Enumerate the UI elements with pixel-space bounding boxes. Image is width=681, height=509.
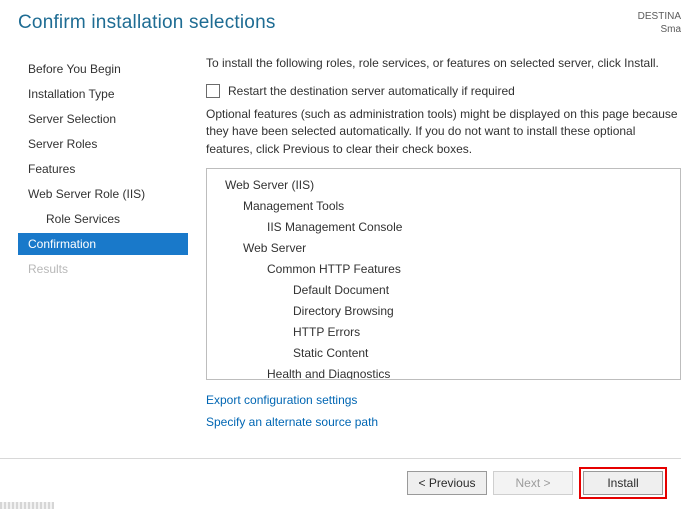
sidebar-item-role-services[interactable]: Role Services xyxy=(18,208,188,230)
sidebar-item-results: Results xyxy=(18,258,188,280)
sidebar-item-web-server-role-iis[interactable]: Web Server Role (IIS) xyxy=(18,183,188,205)
install-button-highlight: Install xyxy=(579,467,667,499)
export-config-link[interactable]: Export configuration settings xyxy=(206,390,681,412)
selected-roles-list: Web Server (IIS)Management ToolsIIS Mana… xyxy=(206,168,681,380)
role-item: Management Tools xyxy=(225,196,670,217)
role-item: Default Document xyxy=(225,280,670,301)
sidebar-item-server-roles[interactable]: Server Roles xyxy=(18,133,188,155)
restart-label: Restart the destination server automatic… xyxy=(228,84,515,98)
sidebar-item-features[interactable]: Features xyxy=(18,158,188,180)
optional-features-note: Optional features (such as administratio… xyxy=(206,106,681,158)
role-item: Directory Browsing xyxy=(225,301,670,322)
sidebar-item-before-you-begin[interactable]: Before You Begin xyxy=(18,58,188,80)
sidebar-item-server-selection[interactable]: Server Selection xyxy=(18,108,188,130)
restart-checkbox[interactable] xyxy=(206,84,220,98)
sidebar-item-confirmation[interactable]: Confirmation xyxy=(18,233,188,255)
role-item: Static Content xyxy=(225,343,670,364)
role-item: IIS Management Console xyxy=(225,217,670,238)
sidebar-item-installation-type[interactable]: Installation Type xyxy=(18,83,188,105)
progress-stub xyxy=(0,502,54,509)
role-item: Common HTTP Features xyxy=(225,259,670,280)
destination-sub: Sma xyxy=(638,23,681,36)
alternate-source-link[interactable]: Specify an alternate source path xyxy=(206,412,681,434)
previous-button[interactable]: < Previous xyxy=(407,471,487,495)
main-panel: To install the following roles, role ser… xyxy=(188,48,681,433)
wizard-sidebar: Before You Begin Installation Type Server … xyxy=(18,48,188,433)
destination-label: DESTINA Sma xyxy=(638,10,681,36)
role-item: Web Server (IIS) xyxy=(225,175,670,196)
intro-text: To install the following roles, role ser… xyxy=(206,56,681,70)
next-button: Next > xyxy=(493,471,573,495)
role-item: Web Server xyxy=(225,238,670,259)
wizard-footer: < Previous Next > Install xyxy=(0,458,681,509)
role-item: Health and Diagnostics xyxy=(225,364,670,380)
destination-heading: DESTINA xyxy=(638,10,681,23)
page-title: Confirm installation selections xyxy=(18,12,681,34)
role-item: HTTP Errors xyxy=(225,322,670,343)
install-button[interactable]: Install xyxy=(583,471,663,495)
